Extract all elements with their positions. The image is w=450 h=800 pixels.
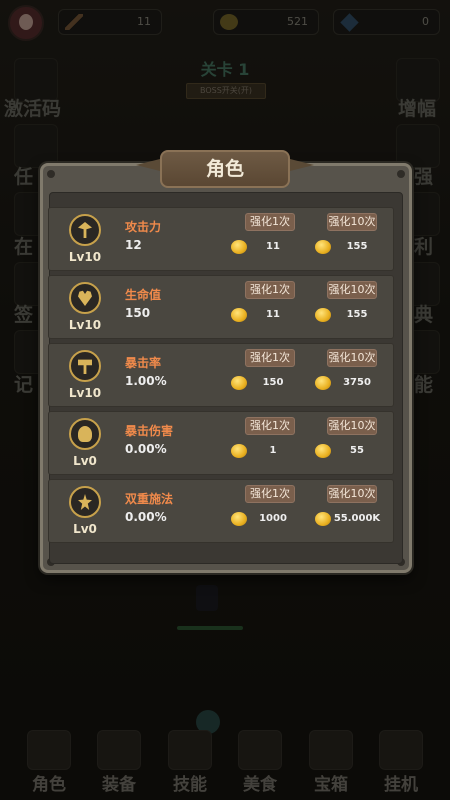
- gold-coin-icon: [315, 308, 331, 322]
- panel-bolt: [397, 170, 405, 178]
- stat-level: Lv10: [68, 318, 102, 332]
- gold-coin-icon: [231, 308, 247, 322]
- cost-10x: 3750: [343, 377, 371, 388]
- gold-coin-icon: [315, 240, 331, 254]
- stat-name: 生命值: [125, 288, 162, 302]
- cost-1x: 150: [262, 377, 284, 388]
- cost-1x: 11: [266, 309, 280, 320]
- gold-coin-icon: [315, 512, 331, 526]
- panel-title-banner: 角色: [136, 150, 314, 190]
- stat-value: 150: [125, 306, 151, 320]
- hammer-icon: [69, 350, 101, 382]
- gold-coin-icon: [231, 444, 247, 458]
- cost-10x: 55.000K: [333, 513, 381, 524]
- stat-row-attack: Lv10 攻击力 12 强化1次 强化10次 11 155: [48, 207, 394, 271]
- upgrade-1x-button[interactable]: 强化1次: [245, 349, 295, 367]
- cost-1x: 1: [269, 445, 277, 456]
- stat-name: 暴击伤害: [125, 424, 174, 438]
- panel-content: Lv10 攻击力 12 强化1次 强化10次 11 155 Lv10 生命值 1…: [48, 192, 403, 564]
- panel-title: 角色: [160, 150, 290, 188]
- gold-coin-icon: [231, 240, 247, 254]
- upgrade-1x-button[interactable]: 强化1次: [245, 281, 295, 299]
- upgrade-10x-button[interactable]: 强化10次: [327, 213, 377, 231]
- cost-1x: 1000: [259, 513, 287, 524]
- stat-level: Lv10: [68, 250, 102, 264]
- stat-level: Lv0: [73, 454, 97, 468]
- stat-value: 0.00%: [125, 510, 167, 524]
- stat-value: 0.00%: [125, 442, 167, 456]
- stat-value: 1.00%: [125, 374, 167, 388]
- starburst-icon: [69, 486, 101, 518]
- skull-icon: [69, 418, 101, 450]
- stat-row-double-cast: Lv0 双重施法 0.00% 强化1次 强化10次 1000 55.000K: [48, 479, 394, 543]
- stat-level: Lv10: [68, 386, 102, 400]
- gold-coin-icon: [231, 512, 247, 526]
- stat-row-health: Lv10 生命值 150 强化1次 强化10次 11 155: [48, 275, 394, 339]
- upgrade-10x-button[interactable]: 强化10次: [327, 485, 377, 503]
- upgrade-1x-button[interactable]: 强化1次: [245, 485, 295, 503]
- panel-bolt: [47, 170, 55, 178]
- gold-coin-icon: [231, 376, 247, 390]
- upgrade-1x-button[interactable]: 强化1次: [245, 213, 295, 231]
- cost-1x: 11: [266, 241, 280, 252]
- gold-coin-icon: [315, 444, 331, 458]
- stat-value: 12: [125, 238, 142, 252]
- axe-icon: [69, 214, 101, 246]
- gold-coin-icon: [315, 376, 331, 390]
- stat-row-crit-damage: Lv0 暴击伤害 0.00% 强化1次 强化10次 1 55: [48, 411, 394, 475]
- upgrade-10x-button[interactable]: 强化10次: [327, 281, 377, 299]
- cost-10x: 155: [346, 309, 368, 320]
- stat-name: 双重施法: [125, 492, 174, 506]
- heart-icon: [69, 282, 101, 314]
- character-panel: Lv10 攻击力 12 强化1次 强化10次 11 155 Lv10 生命值 1…: [40, 163, 412, 573]
- stat-row-crit-rate: Lv10 暴击率 1.00% 强化1次 强化10次 150 3750: [48, 343, 394, 407]
- stat-name: 暴击率: [125, 356, 162, 370]
- upgrade-1x-button[interactable]: 强化1次: [245, 417, 295, 435]
- stat-level: Lv0: [73, 522, 97, 536]
- stat-name: 攻击力: [125, 220, 162, 234]
- cost-10x: 55: [350, 445, 364, 456]
- upgrade-10x-button[interactable]: 强化10次: [327, 417, 377, 435]
- cost-10x: 155: [346, 241, 368, 252]
- upgrade-10x-button[interactable]: 强化10次: [327, 349, 377, 367]
